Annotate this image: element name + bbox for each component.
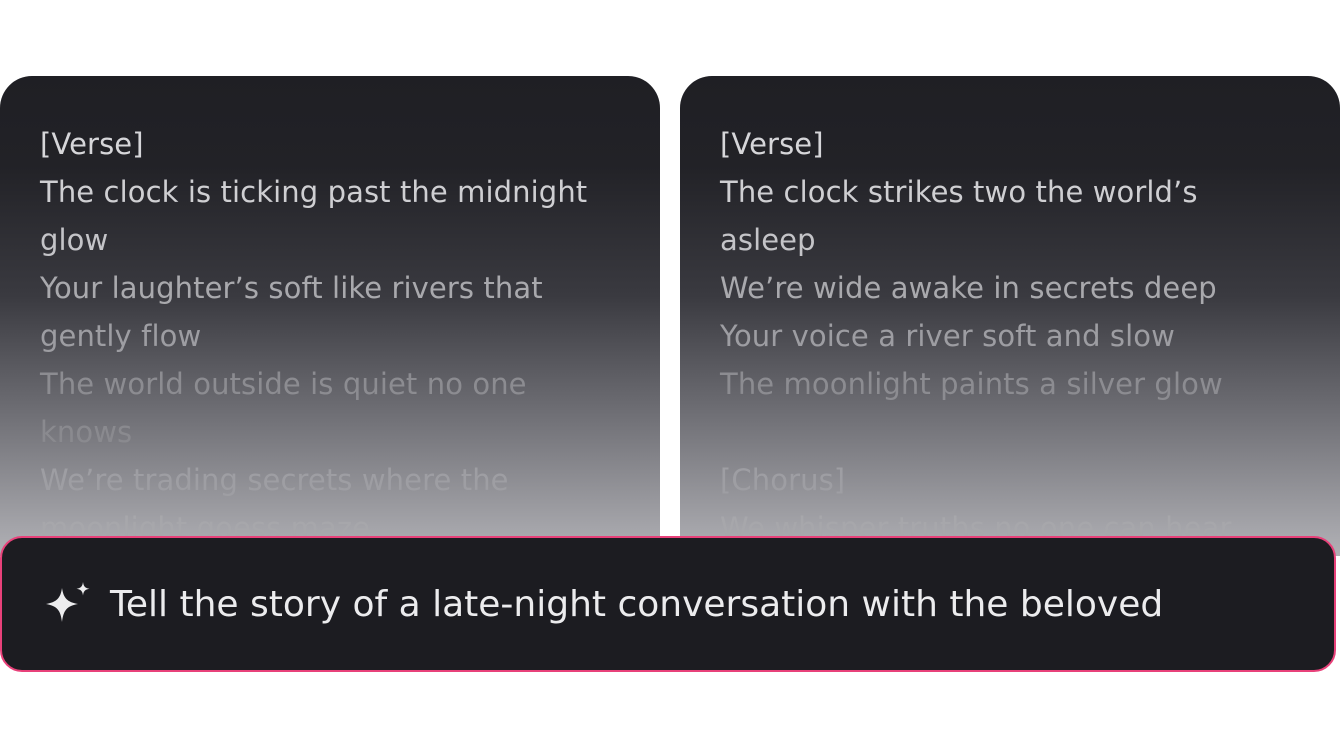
lyric-line: The world outside is quiet no one [40,367,527,401]
lyric-line: [Chorus] [720,463,846,497]
lyric-line: knows [40,415,133,449]
lyric-line: We’re wide awake in secrets deep [720,271,1217,305]
prompt-box[interactable]: Tell the story of a late-night conversat… [0,536,1336,672]
lyrics-text: [Verse] The clock is ticking past the mi… [40,120,630,552]
lyric-line: The clock strikes two the world’s [720,175,1198,209]
prompt-text: Tell the story of a late-night conversat… [110,584,1164,625]
lyrics-card-right: [Verse] The clock strikes two the world’… [680,76,1340,556]
lyric-line: Your voice a river soft and slow [720,319,1175,353]
lyric-line: [Verse] [40,127,144,161]
lyric-line: The moonlight paints a silver glow [720,367,1223,401]
lyrics-card-left: [Verse] The clock is ticking past the mi… [0,76,660,556]
lyric-line: asleep [720,223,816,257]
sparkle-icon [40,582,96,632]
lyric-line: We’re trading secrets where the [40,463,509,497]
lyric-line: glow [40,223,109,257]
lyric-line: [Verse] [720,127,824,161]
lyrics-text: [Verse] The clock strikes two the world’… [720,120,1310,552]
lyric-line: gently flow [40,319,202,353]
lyric-line: Your laughter’s soft like rivers that [40,271,543,305]
lyric-line: The clock is ticking past the midnight [40,175,588,209]
lyric-line-blank [720,408,1310,456]
